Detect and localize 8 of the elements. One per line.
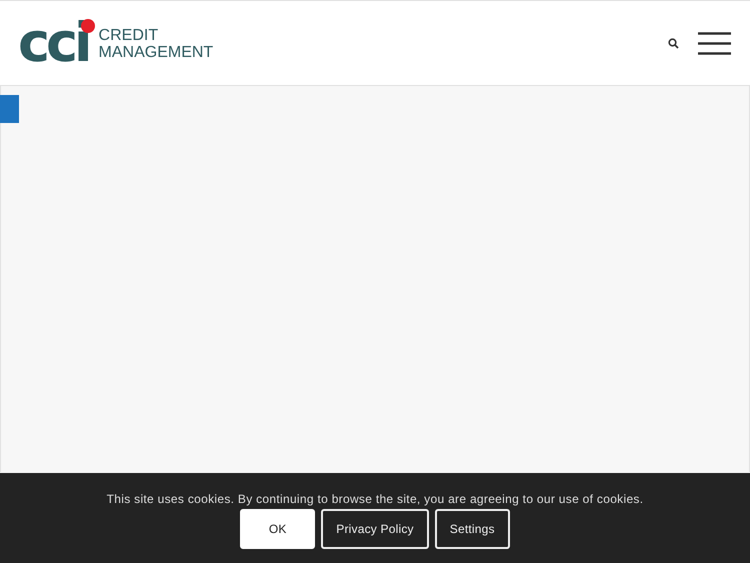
logo-text: CREDIT MANAGEMENT	[98, 27, 214, 61]
cookie-button[interactable]: OK	[240, 509, 316, 549]
search-icon[interactable]	[668, 38, 679, 48]
cookie-message: This site uses cookies. By continuing to browse the site, you are agreeing to our use of cookies.	[106, 492, 644, 506]
logo-mark: cci	[18, 17, 93, 69]
cookie-button[interactable]: Privacy Policy	[321, 509, 429, 549]
menu-icon[interactable]	[698, 32, 731, 54]
cookie-button[interactable]: Settings	[434, 509, 510, 549]
